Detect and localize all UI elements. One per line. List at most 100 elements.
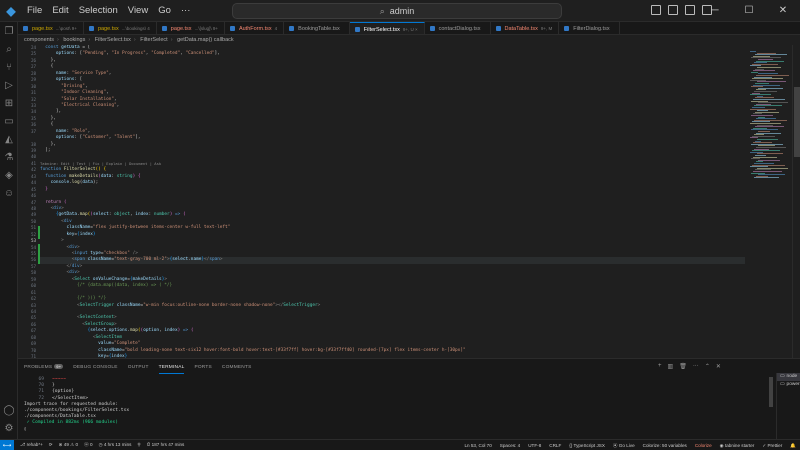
status-item[interactable]: CRLF: [549, 443, 561, 448]
account-icon[interactable]: ◯: [0, 401, 18, 419]
menu-selection[interactable]: Selection: [74, 5, 123, 16]
breadcrumb-item[interactable]: bookings: [63, 37, 85, 43]
status-item[interactable]: ⓦ 0: [84, 442, 92, 448]
status-item[interactable]: {} TypeScript JSX: [569, 443, 605, 448]
editor-tab[interactable]: page.tsx ...\bookings\ 4: [84, 22, 157, 34]
tab-hint: ...\post\ 9+: [55, 26, 77, 31]
editor-tab[interactable]: page.tsx ...\post\ 9+: [18, 22, 84, 34]
tab-label: page.tsx: [97, 26, 119, 32]
editor-tab[interactable]: FilterDialog.tsx: [559, 22, 620, 34]
minimize-button[interactable]: ─: [698, 0, 732, 22]
testing-icon[interactable]: ⚗: [0, 148, 18, 166]
minimap-line: [754, 177, 779, 179]
more-actions-icon[interactable]: ···: [693, 363, 699, 370]
run-debug-icon[interactable]: ▷: [0, 76, 18, 94]
breadcrumb-item[interactable]: getData.map() callback: [177, 37, 234, 43]
menu-file[interactable]: File: [22, 5, 47, 16]
status-item[interactable]: ✓ Prettier: [762, 443, 782, 449]
toggle-panel-icon[interactable]: [668, 5, 678, 15]
tab-hint: 9+, U ×: [402, 27, 418, 32]
source-control-icon[interactable]: ⑂: [0, 58, 18, 76]
panel-tab-terminal[interactable]: TERMINAL: [158, 365, 185, 374]
toggle-primary-sidebar-icon[interactable]: [651, 5, 661, 15]
panel-tab-label: COMMENTS: [221, 364, 252, 370]
status-item[interactable]: ⟳: [49, 442, 53, 448]
minimap-line: [750, 51, 756, 52]
remote-explorer-icon[interactable]: ▭: [0, 112, 18, 130]
editor-scrollbar[interactable]: [792, 45, 800, 358]
panel-tab-debug-console[interactable]: DEBUG CONSOLE: [73, 365, 117, 370]
panel-tab-comments[interactable]: COMMENTS: [222, 365, 252, 370]
docker-icon[interactable]: ◭: [0, 130, 18, 148]
status-item[interactable]: ⚲: [137, 442, 140, 448]
menu-edit[interactable]: Edit: [47, 5, 73, 16]
code-content[interactable]: const getData = [ options: ["Pending", "…: [40, 45, 745, 358]
maximize-button[interactable]: ☐: [732, 0, 766, 22]
close-button[interactable]: ✕: [766, 0, 800, 22]
minimap-line: [751, 71, 758, 73]
minimap[interactable]: [748, 45, 792, 358]
maximize-panel-icon[interactable]: ⌃: [705, 363, 710, 370]
editor-tabs: page.tsx ...\post\ 9+ page.tsx ...\bookings…: [18, 22, 800, 35]
tab-hint: ...\[slug]\ 9+: [194, 26, 218, 31]
status-item[interactable]: ⦿ Go Live: [613, 443, 635, 449]
status-item[interactable]: ⏱ 187 hrs 47 mins: [147, 442, 185, 448]
copilot-icon[interactable]: ☺: [0, 184, 18, 202]
status-item[interactable]: ◉ tabnine starter: [720, 443, 755, 449]
editor-tab[interactable]: contactDialog.tsx: [425, 22, 491, 34]
terminal-line-text: {option}: [52, 389, 75, 395]
editor-tab[interactable]: AuthForm.tsx 4: [225, 22, 285, 34]
status-item[interactable]: Colorize: 50 variables: [643, 443, 687, 448]
breadcrumb-item[interactable]: components: [24, 37, 54, 43]
tab-label: FilterDialog.tsx: [573, 26, 610, 32]
status-item[interactable]: Spaces: 4: [500, 443, 520, 448]
menu-more[interactable]: ···: [176, 5, 196, 16]
explorer-icon[interactable]: ❐: [0, 22, 18, 40]
new-terminal-icon[interactable]: +: [658, 363, 662, 370]
breadcrumb: components › bookings › FilterSelect.tsx › …: [18, 35, 800, 45]
manage-gear-icon[interactable]: ⚙: [0, 419, 18, 437]
command-center-search[interactable]: ⌕ admin: [232, 3, 562, 19]
tab-label: page.tsx: [170, 26, 192, 32]
editor-tab[interactable]: FilterSelect.tsx 9+, U ×: [349, 22, 425, 34]
scrollbar-thumb[interactable]: [794, 87, 800, 157]
close-panel-icon[interactable]: ✕: [716, 363, 721, 370]
split-terminal-icon[interactable]: ▥: [668, 363, 674, 370]
status-bar: ⟷ ⎇ rehab*+ ⟳ ⊗ 49 ⚠ 0 ⓦ 0 ◷ 4 hrs 13 mins ⚲ ⏱…: [0, 439, 800, 450]
menu-view[interactable]: View: [123, 5, 153, 16]
breadcrumb-item[interactable]: FilterSelect.tsx: [95, 37, 131, 43]
panel-tab-ports[interactable]: PORTS: [194, 365, 211, 370]
vscode-logo-icon: ◆: [6, 3, 16, 18]
kill-terminal-icon[interactable]: 🗑: [679, 363, 687, 370]
remote-indicator-icon[interactable]: ⟷: [0, 439, 14, 450]
breadcrumb-item[interactable]: FilterSelect: [140, 37, 168, 43]
panel-tab-label: PORTS: [194, 364, 212, 370]
terminal-scroll-thumb[interactable]: [769, 377, 773, 407]
panel-tab-output[interactable]: OUTPUT: [128, 365, 149, 370]
status-item[interactable]: 🔔: [790, 443, 796, 449]
status-item[interactable]: ◷ 4 hrs 13 mins: [99, 442, 132, 448]
extensions-icon[interactable]: ⊞: [0, 94, 18, 112]
status-item[interactable]: Ln 53, Col 70: [464, 443, 491, 448]
code-editor[interactable]: 24 25 26 27 28 29 30 31 32 33 34 35 36 37 38 39 40 41 42 43…: [18, 45, 748, 358]
search-view-icon[interactable]: ⌕: [0, 40, 18, 58]
status-item[interactable]: ⎇ rehab*+: [20, 442, 43, 448]
terminal-instance-node[interactable]: ▭ node: [777, 373, 800, 381]
terminal-instance-powershell[interactable]: ▭powershell: [777, 381, 800, 389]
panel-tab-problems[interactable]: PROBLEMS 9+: [24, 364, 64, 370]
terminal-instance-label: node: [786, 374, 798, 379]
editor-tab[interactable]: DataTable.tsx 9+, M: [491, 22, 560, 34]
status-item[interactable]: ⊗ 49 ⚠ 0: [59, 442, 78, 448]
menu-go[interactable]: Go: [153, 5, 176, 16]
terminal-line-text: ~~~~~: [52, 377, 66, 382]
editor-tab[interactable]: page.tsx ...\[slug]\ 9+: [157, 22, 225, 34]
tabnine-icon[interactable]: ◈: [0, 166, 18, 184]
terminal-scrollbar[interactable]: [769, 377, 774, 427]
status-item[interactable]: UTF-8: [528, 443, 541, 448]
terminal-output[interactable]: 69 ~~~~~ 70} 71 {option} 72 </SelectItem> Impor…: [24, 377, 754, 439]
status-item[interactable]: Colorize: [695, 443, 712, 448]
menu-bar: File Edit Selection View Go ···: [22, 5, 195, 16]
editor-tab[interactable]: BookingTable.tsx: [284, 22, 350, 34]
terminal-line-text: ▯: [24, 426, 27, 432]
toggle-secondary-sidebar-icon[interactable]: [685, 5, 695, 15]
